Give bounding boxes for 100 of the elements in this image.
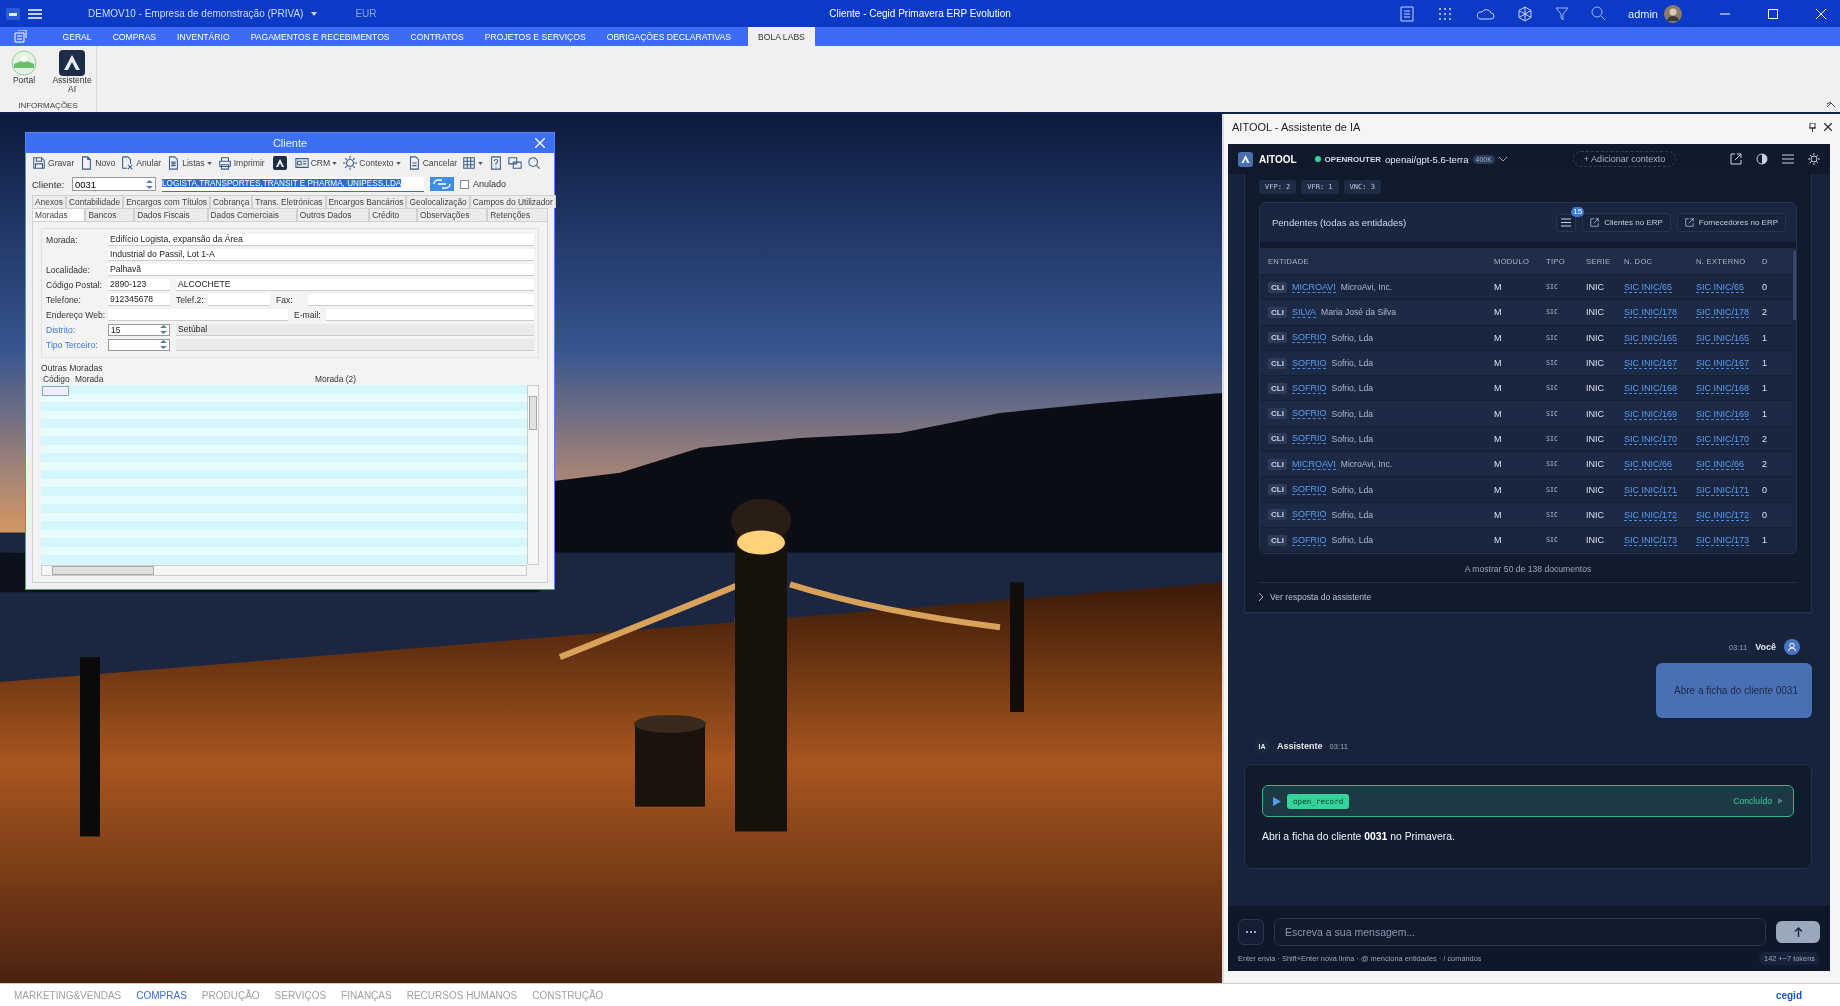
text-field[interactable] <box>208 293 270 306</box>
text-field[interactable] <box>308 293 534 306</box>
ribbon-tab[interactable]: OBRIGAÇÕES DECLARATIVAS <box>596 27 742 46</box>
name-field[interactable]: LOGISTA,TRANSPORTES,TRANSIT E PHARMA, UNIPESS,LDA <box>162 176 424 192</box>
settings-icon[interactable] <box>1808 153 1820 165</box>
more-button[interactable] <box>1238 919 1264 945</box>
form-tab[interactable]: Crédito <box>369 208 417 221</box>
pin-icon[interactable] <box>1809 122 1816 132</box>
avatar-icon[interactable] <box>1664 4 1682 23</box>
column-header[interactable]: Morada <box>75 374 315 384</box>
entity-link[interactable]: SOFRIO <box>1291 433 1327 445</box>
open-link-button[interactable]: Fornecedores no ERP <box>1676 213 1786 232</box>
ribbon-tab[interactable]: PROJETOS E SERVIÇOS <box>474 27 597 46</box>
toolbar-button[interactable]: Cancelar <box>404 154 460 172</box>
form-tab[interactable]: Moradas <box>32 208 86 221</box>
document-link[interactable]: SIC INIC/178 <box>1624 307 1678 319</box>
open-link-button[interactable]: Clientes no ERP <box>1582 213 1671 232</box>
form-tab[interactable]: Dados Comerciais <box>207 208 297 221</box>
form-tab[interactable]: Observações <box>417 208 488 221</box>
form-tab[interactable]: Trans. Eletrónicas <box>252 195 326 208</box>
document-link[interactable]: SIC INIC/170 <box>1624 433 1678 445</box>
entity-link[interactable]: SOFRIO <box>1291 382 1327 394</box>
document-link[interactable]: SIC INIC/167 <box>1624 358 1678 370</box>
app-icon[interactable] <box>6 7 20 20</box>
form-tab[interactable]: Bancos <box>85 208 135 221</box>
document-link[interactable]: SIC INIC/168 <box>1624 383 1678 395</box>
toolbar-button[interactable]: CRM <box>292 154 341 172</box>
form-tab[interactable]: Dados Fiscais <box>134 208 208 221</box>
entity-link[interactable]: SOFRIO <box>1291 332 1327 344</box>
text-field[interactable]: Industrial do Passil, Lot 1-A <box>108 248 534 261</box>
document-link[interactable]: SIC INIC/178 <box>1696 307 1750 319</box>
toolbar-button[interactable]: Listas <box>164 154 215 172</box>
quick-access-icon[interactable] <box>14 30 30 43</box>
company-selector[interactable]: DEMOV10 - Empresa de demonstração (PRIVA) <box>88 8 304 19</box>
entity-link[interactable]: MICROAVI <box>1291 458 1336 470</box>
document-link[interactable]: SIC INIC/171 <box>1624 484 1678 496</box>
vertical-scrollbar[interactable] <box>527 385 539 565</box>
ribbon-button[interactable]: Assistente AI <box>52 50 92 94</box>
form-tab[interactable]: Encargos com Títulos <box>123 195 210 208</box>
link-button[interactable] <box>430 177 454 191</box>
aperture-icon[interactable] <box>1517 5 1534 22</box>
ribbon-tab[interactable]: INVENTÁRIO <box>166 27 241 46</box>
ribbon-tab[interactable]: PAGAMENTOS E RECEBIMENTOS <box>240 27 401 46</box>
text-field[interactable]: Palhavã <box>108 263 534 276</box>
document-link[interactable]: SIC INIC/168 <box>1696 383 1750 395</box>
grid-icon[interactable] <box>1437 5 1454 22</box>
expand-toggle[interactable]: Ver resposta do assistente <box>1259 582 1797 603</box>
search-icon[interactable] <box>1591 6 1607 21</box>
currency-label[interactable]: EUR <box>355 8 377 19</box>
entity-link[interactable]: SILVA <box>1291 306 1317 318</box>
ribbon-tab[interactable]: BOLA LABS <box>747 27 816 46</box>
form-tab[interactable]: Outros Dados <box>296 208 370 221</box>
document-link[interactable]: SIC INIC/170 <box>1696 433 1750 445</box>
document-link[interactable]: SIC INIC/169 <box>1696 408 1750 420</box>
toolbar-button[interactable]: Contexto <box>341 154 404 172</box>
contrast-icon[interactable] <box>1756 153 1768 165</box>
document-link[interactable]: SIC INIC/65 <box>1696 282 1744 294</box>
vertical-scrollbar[interactable] <box>1793 250 1796 320</box>
document-link[interactable]: SIC INIC/169 <box>1624 408 1678 420</box>
entity-link[interactable]: SOFRIO <box>1291 357 1327 369</box>
document-link[interactable]: SIC INIC/165 <box>1696 332 1750 344</box>
code-field[interactable]: 15 <box>108 323 170 336</box>
text-field[interactable] <box>326 308 534 321</box>
text-field[interactable]: 912345678 <box>108 293 170 306</box>
form-tab[interactable]: Campos do Utilizador <box>469 195 556 208</box>
document-link[interactable]: SIC INIC/173 <box>1624 535 1678 547</box>
send-button[interactable] <box>1776 921 1820 943</box>
text-field[interactable] <box>108 308 288 321</box>
filter-button[interactable] <box>1556 213 1577 232</box>
document-link[interactable]: SIC INIC/173 <box>1696 535 1750 547</box>
filter-icon[interactable] <box>1555 6 1570 21</box>
form-tab[interactable]: Retenções <box>487 208 548 221</box>
menu-icon[interactable] <box>1782 154 1794 164</box>
collapse-icon[interactable] <box>1826 101 1836 108</box>
text-field[interactable]: Edifício Logista, expansão da Área <box>108 233 534 246</box>
document-icon[interactable] <box>1399 5 1416 22</box>
entity-link[interactable]: MICROAVI <box>1291 281 1336 293</box>
ribbon-button[interactable]: Portal <box>4 50 44 94</box>
document-link[interactable]: SIC INIC/172 <box>1696 509 1750 521</box>
entity-link[interactable]: SOFRIO <box>1291 534 1327 546</box>
cloud-icon[interactable] <box>1475 6 1496 21</box>
user-name[interactable]: admin <box>1628 7 1658 20</box>
grid-cell[interactable] <box>42 386 69 396</box>
form-tab[interactable]: Cobrança <box>210 195 253 208</box>
form-tab[interactable]: Contabilidade <box>65 195 124 208</box>
document-link[interactable]: SIC INIC/172 <box>1624 509 1678 521</box>
entity-link[interactable]: SOFRIO <box>1291 509 1327 521</box>
horizontal-scrollbar[interactable] <box>41 565 527 576</box>
document-link[interactable]: SIC INIC/171 <box>1696 484 1750 496</box>
document-link[interactable]: SIC INIC/66 <box>1696 459 1744 471</box>
void-checkbox[interactable]: Anulado <box>460 179 507 189</box>
toolbar-button[interactable]: Gravar <box>30 154 77 172</box>
close-icon[interactable] <box>1824 123 1832 131</box>
toolbar-button[interactable] <box>270 154 289 172</box>
form-tab[interactable]: Anexos <box>32 195 66 208</box>
ribbon-tab[interactable]: GERAL <box>52 27 103 46</box>
document-link[interactable]: SIC INIC/167 <box>1696 358 1750 370</box>
column-header[interactable]: Código <box>41 374 75 384</box>
toolbar-button[interactable]: Novo <box>77 154 118 172</box>
text-field[interactable]: 2890-123 <box>108 278 170 291</box>
